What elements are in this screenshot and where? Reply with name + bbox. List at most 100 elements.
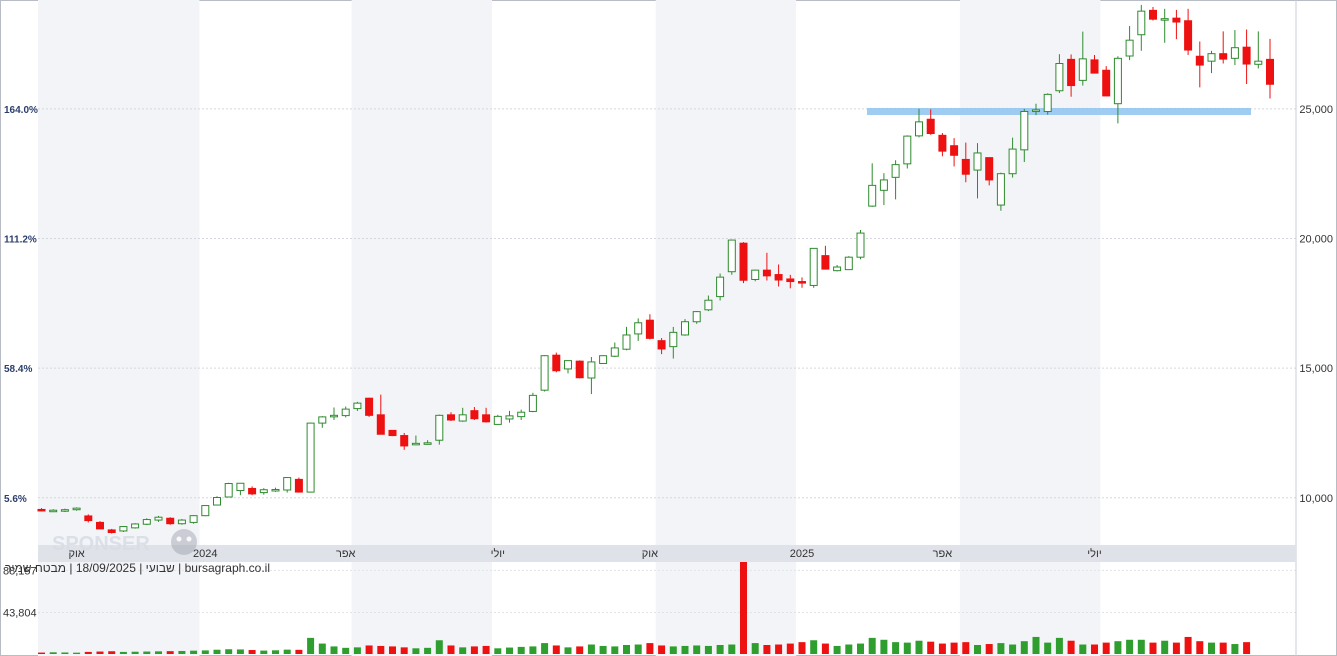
price-tick-label: 15,000 — [1299, 363, 1333, 375]
percent-tick-label: 58.4% — [4, 364, 32, 375]
candle-body — [762, 269, 771, 277]
candle-body — [926, 118, 935, 135]
candle-body — [435, 414, 444, 441]
time-tick-label: אפר — [933, 548, 953, 560]
volume-bar — [1114, 641, 1122, 654]
volume-bar — [1126, 639, 1134, 654]
volume-bar — [482, 645, 490, 654]
percent-tick-label: 5.6% — [4, 494, 27, 505]
volume-bar — [1196, 641, 1204, 654]
candle-body — [177, 519, 186, 525]
volume-bar — [1032, 636, 1040, 654]
volume-bar — [225, 649, 233, 654]
candle-body — [330, 414, 338, 418]
volume-bar — [845, 644, 853, 654]
volume-bar — [658, 645, 666, 654]
candle-body — [411, 442, 420, 446]
candle-body — [610, 347, 619, 357]
volume-bar — [424, 647, 432, 654]
candle — [306, 422, 315, 493]
candle-body — [973, 152, 982, 171]
volume-bar — [178, 650, 186, 654]
candle-body — [1219, 53, 1228, 60]
candle — [201, 505, 210, 517]
candle-body — [622, 334, 631, 350]
candle-body — [645, 319, 654, 339]
volume-tick-label: 88,157 — [3, 565, 37, 577]
volume-bar — [985, 644, 993, 654]
volume-bar — [833, 645, 841, 654]
volume-bar — [587, 644, 595, 654]
volume-bar — [681, 645, 689, 654]
candle — [996, 172, 1005, 211]
candle-body — [259, 489, 268, 494]
volume-bar — [1044, 642, 1052, 654]
candle-body — [365, 397, 374, 416]
support-level-band — [867, 107, 1251, 115]
candle-body — [821, 255, 830, 270]
candle-body — [856, 232, 865, 258]
candle-body — [154, 516, 163, 521]
time-tick-label: יולי — [491, 547, 505, 560]
candle-body — [669, 331, 678, 348]
candle-body — [505, 415, 514, 420]
volume-bar — [166, 651, 174, 654]
candle-body — [400, 435, 409, 447]
candle-body — [950, 145, 959, 156]
candle-body — [809, 247, 818, 286]
volume-bar — [201, 650, 209, 654]
volume-bar — [190, 650, 198, 654]
candle-body — [1043, 93, 1052, 112]
candle-body — [879, 179, 888, 191]
candle-body — [1254, 60, 1263, 65]
candle — [528, 392, 537, 413]
candle — [283, 477, 292, 493]
candle-body — [248, 487, 257, 495]
candle-body — [142, 519, 151, 525]
candle — [365, 397, 374, 417]
volume-bar — [260, 650, 268, 654]
volume-bar — [272, 650, 279, 654]
candle-body — [891, 164, 900, 178]
volume-bar — [903, 642, 911, 654]
volume-bar — [950, 642, 958, 654]
volume-bar — [1243, 642, 1251, 654]
candle-body — [1160, 18, 1169, 21]
candle — [213, 496, 221, 506]
candle-body — [213, 497, 221, 506]
volume-bar — [400, 647, 408, 654]
candle-body — [224, 483, 233, 498]
candle — [493, 414, 502, 425]
candle-body — [915, 121, 923, 137]
candle-body — [1032, 109, 1040, 112]
time-tick-label: 2025 — [790, 548, 814, 560]
volume-bar — [38, 652, 45, 654]
candle — [681, 319, 689, 336]
candle-body — [798, 281, 806, 284]
volume-bar — [693, 645, 701, 654]
volume-bar — [119, 651, 127, 654]
candle-body — [564, 360, 572, 370]
volume-bar — [84, 651, 92, 654]
volume-bar — [1020, 641, 1028, 654]
candle-body — [271, 488, 280, 492]
candle-body — [294, 478, 303, 493]
candle-body — [1242, 46, 1251, 65]
percent-tick-label: 111.2% — [4, 235, 37, 246]
candle — [751, 269, 760, 282]
candle — [540, 355, 549, 392]
candle-body — [119, 526, 128, 532]
volume-bar — [61, 652, 69, 654]
candle-body — [1184, 20, 1193, 51]
volume-bar — [1079, 644, 1087, 654]
candle-body — [1078, 58, 1087, 81]
volume-bar — [974, 644, 981, 654]
volume-bar — [365, 645, 373, 654]
candle-body — [786, 278, 795, 283]
candle-body — [470, 410, 479, 420]
time-axis-bar — [38, 545, 1296, 562]
candle — [844, 256, 853, 271]
chart-canvas: 10,000 15,000 20,000 25,000 5.6% 58.4% 111.2%… — [0, 0, 1337, 656]
candle-body — [458, 414, 467, 422]
volume-tick-label: 43,804 — [3, 607, 37, 619]
